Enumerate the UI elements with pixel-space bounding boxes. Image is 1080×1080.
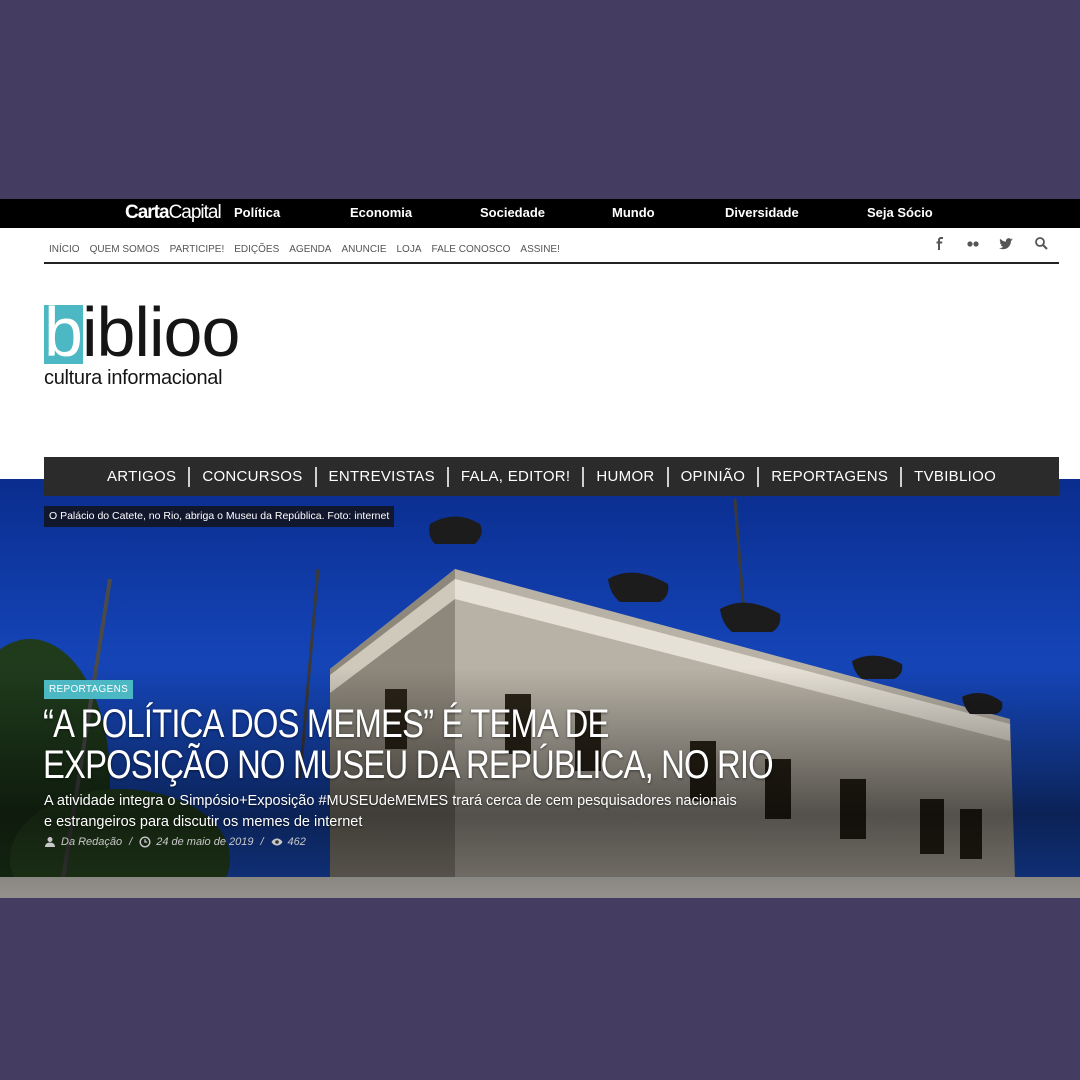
subnav-anuncie[interactable]: ANUNCIE: [341, 244, 386, 255]
subnav-quem-somos[interactable]: QUEM SOMOS: [90, 244, 160, 255]
cat-artigos[interactable]: ARTIGOS: [95, 467, 188, 487]
article-deck: A atividade integra o Simpósio+Exposição…: [44, 793, 737, 830]
logo-wordmark: biblioo: [44, 293, 240, 371]
cat-opiniao[interactable]: OPINIÃO: [666, 466, 758, 487]
topnav-sociedade[interactable]: Sociedade: [480, 205, 545, 220]
subnav-agenda[interactable]: AGENDA: [289, 244, 331, 255]
subnav-edicoes[interactable]: EDIÇÕES: [234, 244, 279, 255]
topnav-mundo[interactable]: Mundo: [612, 205, 655, 220]
clock-icon: [139, 836, 151, 848]
facebook-icon[interactable]: [931, 235, 949, 253]
topnav-politica[interactable]: Política: [234, 205, 280, 220]
flickr-icon[interactable]: [964, 235, 982, 253]
subnav-fale-conosco[interactable]: FALE CONOSCO: [432, 244, 511, 255]
logo-tagline: cultura informacional: [44, 367, 223, 389]
eye-icon: [271, 838, 283, 846]
cat-tvbiblioo[interactable]: TVBIBLIOO: [900, 466, 1008, 487]
twitter-icon[interactable]: [997, 235, 1015, 253]
cartacapital-logo[interactable]: CartaCapital: [125, 202, 222, 224]
cat-humor[interactable]: HUMOR: [582, 466, 666, 487]
topnav-seja-socio[interactable]: Seja Sócio: [867, 205, 933, 220]
topnav-economia[interactable]: Economia: [350, 205, 412, 220]
search-icon[interactable]: [1033, 235, 1051, 253]
category-badge[interactable]: REPORTAGENS: [44, 680, 134, 699]
meta-separator: /: [129, 836, 133, 848]
screenshot: CartaCapital Política Economia Sociedade…: [0, 199, 1080, 898]
subnav-loja[interactable]: LOJA: [397, 244, 422, 255]
headline-line-2: EXPOSIÇÃO NO MUSEU DA REPÚBLICA, NO RIO: [43, 743, 774, 787]
cat-entrevistas[interactable]: ENTREVISTAS: [314, 466, 447, 487]
subnav-assine[interactable]: ASSINE!: [520, 244, 559, 255]
category-nav: ARTIGOS CONCURSOS ENTREVISTAS FALA, EDIT…: [44, 457, 1059, 496]
topnav-diversidade[interactable]: Diversidade: [725, 205, 799, 220]
header-divider: [44, 262, 1059, 264]
cat-concursos[interactable]: CONCURSOS: [188, 466, 314, 487]
article-author[interactable]: Da Redação: [61, 836, 122, 848]
article-date: 24 de maio de 2019: [156, 836, 254, 848]
photo-caption: O Palácio do Catete, no Rio, abriga o Mu…: [44, 506, 395, 527]
carta-capital-bar: CartaCapital Política Economia Sociedade…: [0, 199, 1080, 228]
cat-reportagens[interactable]: REPORTAGENS: [757, 466, 900, 487]
subnav-participe[interactable]: PARTICIPE!: [170, 244, 225, 255]
cat-fala-editor[interactable]: FALA, EDITOR!: [446, 466, 583, 487]
article-headline[interactable]: “A POLÍTICA DOS MEMES” É TEMA DE EXPOSIÇ…: [43, 704, 781, 786]
subnav-inicio[interactable]: INÍCIO: [49, 244, 80, 255]
article-views: 462: [287, 836, 306, 848]
user-icon: [45, 837, 55, 847]
article-meta: Da Redação / 24 de maio de 2019 / 462: [44, 836, 306, 848]
headline-line-1: “A POLÍTICA DOS MEMES” É TEMA DE: [43, 702, 609, 746]
meta-separator: /: [260, 836, 264, 848]
secondary-nav: INÍCIO QUEM SOMOS PARTICIPE! EDIÇÕES AGENDA A…: [49, 239, 570, 255]
